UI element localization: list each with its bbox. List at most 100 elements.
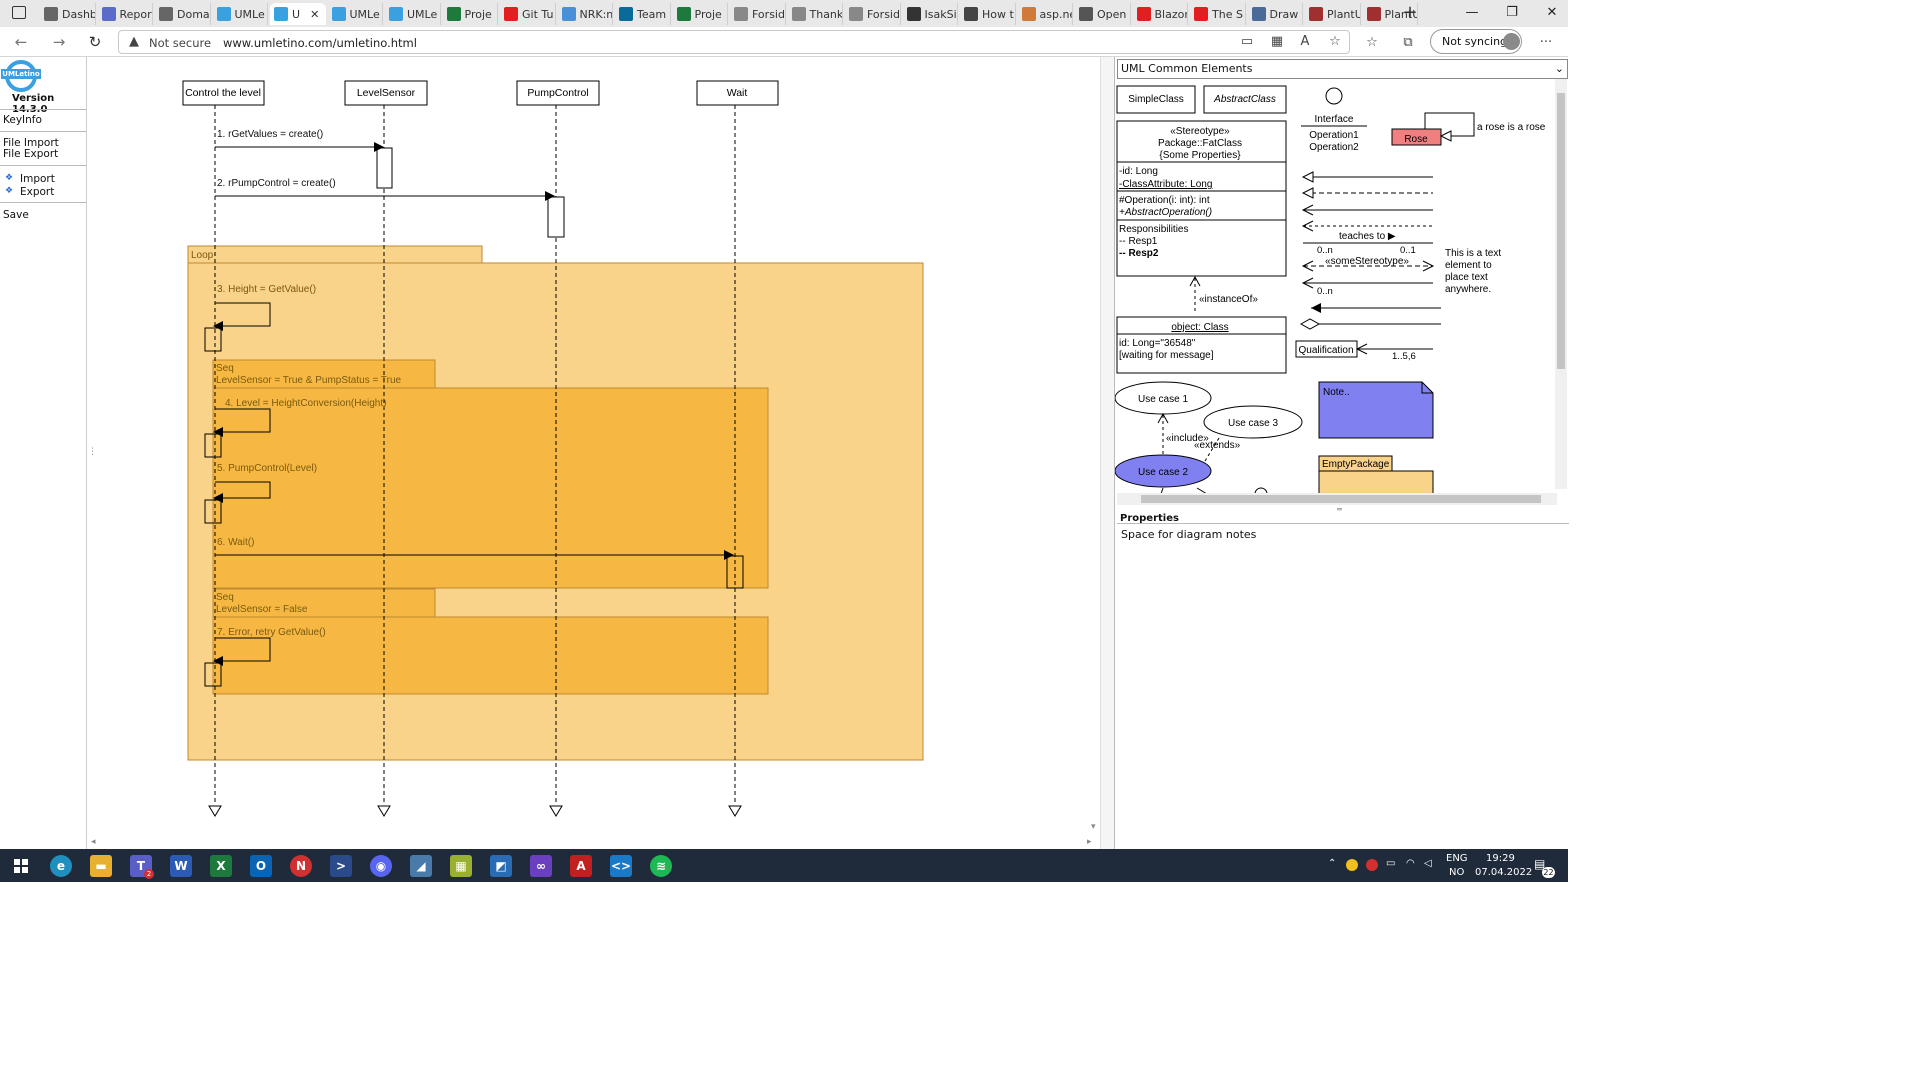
text-element-line[interactable]: anywhere.: [1445, 284, 1491, 295]
browser-tab[interactable]: Doma: [155, 3, 211, 25]
collections-icon[interactable]: ⧉: [1400, 35, 1416, 51]
loop-tab[interactable]: [187, 245, 483, 264]
volume-icon[interactable]: ◁: [1424, 858, 1432, 869]
word-icon[interactable]: W: [170, 855, 192, 877]
simple-class-label: SimpleClass: [1128, 94, 1184, 105]
dropbox-import-link[interactable]: Import: [20, 173, 55, 185]
vscode-icon[interactable]: <>: [610, 855, 632, 877]
text-element-line[interactable]: place text: [1445, 272, 1488, 283]
seq1-frame[interactable]: [212, 387, 769, 589]
app-icon[interactable]: N: [290, 855, 312, 877]
minimize-icon[interactable]: —: [1450, 3, 1494, 23]
properties-textarea[interactable]: Space for diagram notes: [1117, 523, 1569, 849]
browser-tab[interactable]: UMLe: [328, 3, 383, 25]
tab-actions-icon[interactable]: [12, 6, 26, 19]
profile-avatar[interactable]: [1503, 33, 1520, 50]
browser-tab[interactable]: Dashb: [40, 3, 96, 25]
url-text[interactable]: www.umletino.com/umletino.html: [223, 36, 417, 50]
splitter-handle-icon[interactable]: ═: [1337, 505, 1342, 514]
browser-tab[interactable]: Draw: [1248, 3, 1303, 25]
install-app-icon[interactable]: ▭: [1239, 34, 1255, 50]
browser-tab[interactable]: Forsid: [730, 3, 786, 25]
more-icon[interactable]: ···: [1538, 35, 1554, 51]
dropbox-export-link[interactable]: Export: [20, 186, 54, 198]
outlook-icon[interactable]: O: [250, 855, 272, 877]
restore-icon[interactable]: ❐: [1490, 3, 1534, 23]
security-label[interactable]: Not secure: [149, 36, 211, 50]
browser-tab[interactable]: UMLe: [213, 3, 268, 25]
tray-app-icon[interactable]: [1366, 859, 1378, 871]
url-field[interactable]: ▲ Not secure www.umletino.com/umletino.h…: [118, 30, 1350, 54]
panel-splitter[interactable]: [1100, 57, 1114, 849]
browser-tab[interactable]: U ✕: [270, 3, 326, 25]
app-icon[interactable]: ◩: [490, 855, 512, 877]
chevron-down-icon[interactable]: ⌄: [1555, 60, 1564, 78]
palette-dropdown[interactable]: UML Common Elements ⌄: [1117, 59, 1568, 79]
refresh-icon[interactable]: ↻: [84, 32, 106, 52]
tray-app-icon[interactable]: [1346, 859, 1358, 871]
text-element-line[interactable]: This is a text: [1445, 248, 1501, 259]
resize-handle-icon[interactable]: ⋮: [88, 447, 97, 457]
scroll-right-icon[interactable]: ▸: [1087, 837, 1092, 847]
warning-icon[interactable]: ▲: [129, 34, 139, 49]
file-explorer-icon[interactable]: ▬: [90, 855, 112, 877]
save-link[interactable]: Save: [3, 209, 29, 221]
palette-horizontal-scrollbar[interactable]: [1117, 493, 1557, 505]
powershell-icon[interactable]: >: [330, 855, 352, 877]
browser-tab[interactable]: How t: [960, 3, 1016, 25]
new-tab-icon[interactable]: +: [1400, 3, 1420, 23]
favorite-icon[interactable]: ☆: [1327, 34, 1343, 50]
clock-date[interactable]: 07.04.2022: [1475, 867, 1532, 878]
battery-icon[interactable]: ▭: [1386, 858, 1395, 869]
browser-tab[interactable]: Git Tu: [500, 3, 556, 25]
close-window-icon[interactable]: ✕: [1530, 3, 1574, 23]
windows-start-icon[interactable]: [14, 859, 28, 873]
keyinfo-link[interactable]: KeyInfo: [3, 114, 42, 126]
forward-icon[interactable]: →: [48, 32, 70, 52]
language-label[interactable]: ENG: [1446, 853, 1468, 864]
close-tab-icon[interactable]: ✕: [310, 8, 319, 21]
back-icon[interactable]: ←: [10, 32, 32, 52]
browser-tab[interactable]: Open: [1075, 3, 1131, 25]
palette-vertical-scrollbar[interactable]: [1555, 79, 1567, 489]
browser-tab[interactable]: Blazor: [1133, 3, 1188, 25]
browser-tab[interactable]: PlantU: [1305, 3, 1361, 25]
read-aloud-icon[interactable]: A: [1297, 34, 1313, 50]
clock-time[interactable]: 19:29: [1486, 853, 1515, 864]
scroll-left-icon[interactable]: ◂: [91, 837, 96, 847]
diagram-canvas[interactable]: Loop Seq LevelSensor = True & PumpStatus…: [86, 57, 1100, 849]
keyboard-label[interactable]: NO: [1449, 867, 1464, 878]
chevron-up-icon[interactable]: ⌃: [1328, 858, 1336, 869]
browser-tab[interactable]: The S: [1190, 3, 1246, 25]
browser-tab[interactable]: Forsid: [845, 3, 901, 25]
acrobat-icon[interactable]: A: [570, 855, 592, 877]
sequence-diagram[interactable]: Loop Seq LevelSensor = True & PumpStatus…: [87, 57, 1101, 849]
scrollbar-thumb[interactable]: [1557, 93, 1565, 369]
browser-tab[interactable]: Proje: [673, 3, 728, 25]
palette-elements[interactable]: SimpleClass AbstractClass Interface Oper…: [1115, 79, 1555, 499]
excel-icon[interactable]: X: [210, 855, 232, 877]
browser-tab[interactable]: Proje: [443, 3, 498, 25]
app-icon[interactable]: ▦: [450, 855, 472, 877]
spotify-icon[interactable]: ≋: [650, 855, 672, 877]
app-icon[interactable]: ◢: [410, 855, 432, 877]
discord-icon[interactable]: ◉: [370, 855, 392, 877]
edge-icon[interactable]: e: [50, 855, 72, 877]
interface-circle[interactable]: [1325, 87, 1343, 105]
wifi-icon[interactable]: ◠: [1406, 858, 1415, 869]
browser-tab[interactable]: NRK:n: [558, 3, 613, 25]
qr-icon[interactable]: ▦: [1269, 34, 1285, 50]
file-export-link[interactable]: File Export: [3, 148, 58, 160]
favorites-icon[interactable]: ☆: [1364, 35, 1380, 51]
text-element-line[interactable]: element to: [1445, 260, 1492, 271]
browser-tab[interactable]: asp.ne: [1018, 3, 1073, 25]
browser-tab[interactable]: IsakSi: [903, 3, 958, 25]
browser-tab[interactable]: Team: [615, 3, 671, 25]
scrollbar-thumb[interactable]: [1141, 495, 1541, 503]
browser-tab[interactable]: Repor: [98, 3, 153, 25]
browser-tab[interactable]: UMLe: [385, 3, 441, 25]
browser-tab[interactable]: Thank: [788, 3, 843, 25]
scroll-down-icon[interactable]: ▾: [1091, 822, 1096, 832]
sync-button[interactable]: Not syncing: [1430, 29, 1522, 54]
visual-studio-icon[interactable]: ∞: [530, 855, 552, 877]
